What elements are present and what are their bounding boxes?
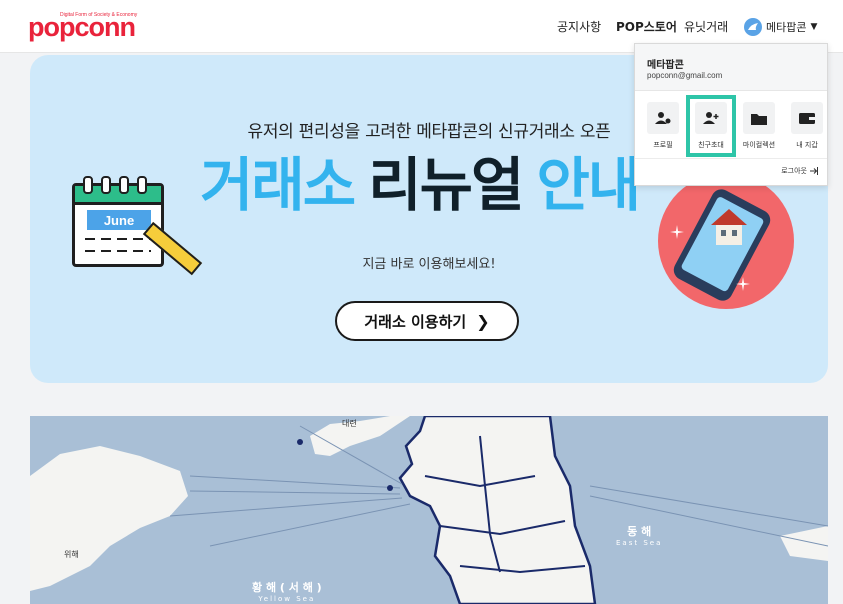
folder-icon — [743, 102, 775, 134]
headline-part3: 안내 — [536, 153, 641, 218]
map-label-east-sea: 동 해 East Sea — [616, 525, 663, 547]
sparkle-icon — [736, 277, 750, 291]
add-friend-icon — [695, 102, 727, 134]
menu-my-collection[interactable]: 마이컬렉션 — [739, 100, 779, 152]
headline-part2: 리뉴얼 — [368, 153, 524, 218]
logout-icon — [810, 167, 818, 175]
map-label-yellow-sea: 황 해 ( 서 해 ) Yellow Sea — [252, 581, 322, 603]
map-graphic — [30, 416, 828, 604]
nav-pop-store[interactable]: POP스토어 — [616, 18, 677, 35]
logo-tagline: Digital Form of Society & Economy — [60, 12, 138, 18]
house-icon — [711, 209, 747, 245]
exchange-cta-button[interactable]: 거래소 이용하기 ❯ — [335, 301, 519, 341]
map-label-dalian: 대련 — [342, 419, 357, 428]
headline-part1: 거래소 — [200, 153, 356, 218]
user-avatar-icon — [744, 18, 762, 36]
dropdown-user-name: 메타팝콘 — [647, 60, 684, 71]
dropdown-user-email: popconn@gmail.com — [647, 71, 723, 80]
menu-profile[interactable]: 프로필 — [643, 100, 683, 152]
user-name: 메타팝콘 — [766, 21, 807, 34]
user-dropdown-menu: 메타팝콘 popconn@gmail.com 프로필 친구초대 마이컬렉션 내 — [634, 43, 828, 186]
menu-invite-friend[interactable]: 친구초대 — [686, 95, 736, 157]
map-label-weihai: 위해 — [64, 550, 79, 559]
menu-my-wallet[interactable]: 내 지갑 — [787, 100, 827, 152]
banner-headline: 거래소 리뉴얼 안내 — [200, 151, 641, 221]
logout-button[interactable]: 로그아웃 — [781, 166, 819, 176]
wallet-icon — [791, 102, 823, 134]
caret-down-icon: ▼ — [810, 22, 818, 32]
cta-label: 거래소 이용하기 — [364, 312, 467, 331]
user-menu-button[interactable]: 메타팝콘 ▼ — [744, 17, 817, 37]
dropdown-divider — [635, 158, 827, 159]
korea-map[interactable]: 동 해 East Sea 황 해 ( 서 해 ) Yellow Sea 위해 대… — [30, 416, 828, 604]
nav-notice[interactable]: 공지사항 — [557, 18, 601, 35]
dropdown-header: 메타팝콘 popconn@gmail.com — [635, 44, 827, 91]
popconn-logo[interactable]: Digital Form of Society & Economy popcon… — [28, 12, 138, 42]
sparkle-icon — [670, 225, 684, 239]
dropdown-menu-grid: 프로필 친구초대 마이컬렉션 내 지갑 — [643, 95, 827, 157]
profile-icon — [647, 102, 679, 134]
nav-unit-trade[interactable]: 유닛거래 — [684, 18, 728, 35]
calendar-month-label: June — [87, 210, 151, 230]
chevron-right-icon: ❯ — [476, 311, 490, 331]
